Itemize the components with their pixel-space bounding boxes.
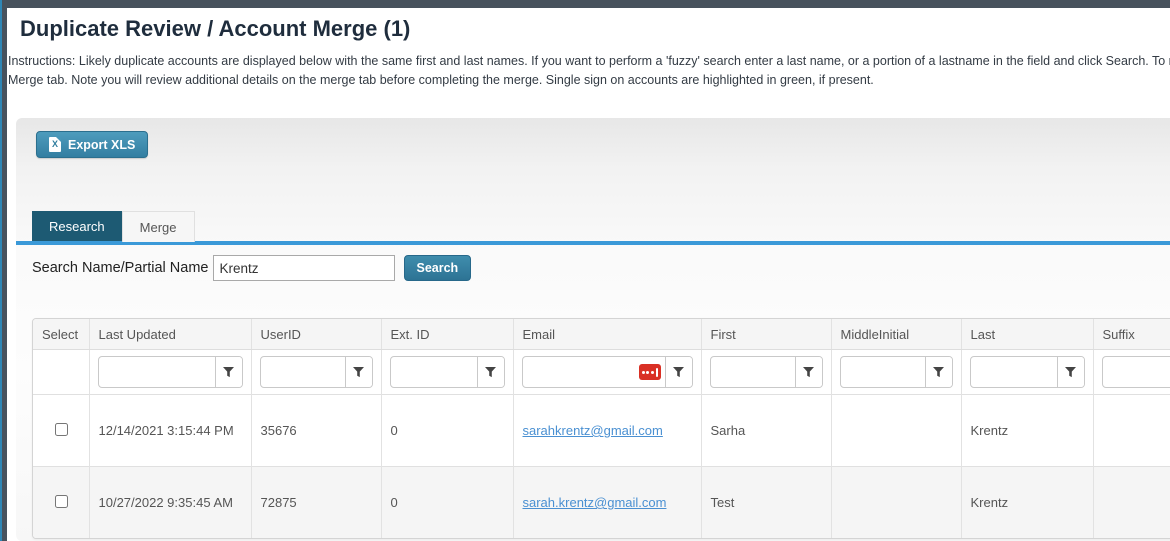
first-cell: Sarha [701, 395, 831, 467]
last-updated-cell: 12/14/2021 3:15:44 PM [89, 395, 251, 467]
search-row: Search Name/Partial Name Search [32, 255, 471, 281]
tab-research[interactable]: Research [32, 211, 122, 241]
email-autofill-icon[interactable] [639, 364, 661, 380]
tab-strip: Research Merge [32, 211, 195, 242]
filter-funnel-icon[interactable] [795, 357, 822, 387]
filter-cell-suffix [1093, 350, 1170, 395]
last-cell: Krentz [961, 395, 1093, 467]
search-input[interactable] [213, 255, 395, 281]
top-bar [0, 0, 1170, 8]
table-row: 12/14/2021 3:15:44 PM 35676 0 sarahkrent… [33, 395, 1170, 467]
instructions-line-1: Instructions: Likely duplicate accounts … [8, 52, 1170, 71]
filter-row [33, 350, 1170, 395]
filter-funnel-icon[interactable] [345, 357, 372, 387]
filter-input-last[interactable] [971, 357, 1057, 387]
tab-merge[interactable]: Merge [122, 211, 195, 242]
select-cell [33, 395, 89, 467]
excel-file-icon [49, 137, 61, 152]
filter-cell-last [961, 350, 1093, 395]
content-panel: Export XLS Research Merge Search Name/Pa… [16, 118, 1170, 541]
export-xls-label: Export XLS [68, 138, 135, 152]
email-cell: sarah.krentz@gmail.com [513, 467, 701, 539]
export-xls-button[interactable]: Export XLS [36, 131, 148, 158]
suffix-cell [1093, 467, 1170, 539]
middleinitial-cell [831, 395, 961, 467]
column-header-ext-id: Ext. ID [381, 319, 513, 350]
results-table: Select Last Updated UserID Ext. ID Email… [32, 318, 1170, 539]
ext-id-cell: 0 [381, 395, 513, 467]
filter-funnel-icon[interactable] [477, 357, 504, 387]
suffix-cell [1093, 395, 1170, 467]
column-header-middleinitial: MiddleInitial [831, 319, 961, 350]
column-header-suffix: Suffix [1093, 319, 1170, 350]
filter-input-userid[interactable] [261, 357, 345, 387]
filter-funnel-icon[interactable] [1057, 357, 1084, 387]
row-select-checkbox[interactable] [55, 423, 68, 436]
email-link[interactable]: sarahkrentz@gmail.com [523, 423, 663, 438]
email-link[interactable]: sarah.krentz@gmail.com [523, 495, 667, 510]
column-header-first: First [701, 319, 831, 350]
middleinitial-cell [831, 467, 961, 539]
header-row: Select Last Updated UserID Ext. ID Email… [33, 319, 1170, 350]
email-cell: sarahkrentz@gmail.com [513, 395, 701, 467]
select-cell [33, 467, 89, 539]
filter-funnel-icon[interactable] [665, 357, 692, 387]
ext-id-cell: 0 [381, 467, 513, 539]
filter-cell-userid [251, 350, 381, 395]
filter-input-last-updated[interactable] [99, 357, 215, 387]
duplicates-grid: Select Last Updated UserID Ext. ID Email… [33, 319, 1170, 538]
filter-cell-first [701, 350, 831, 395]
userid-cell: 72875 [251, 467, 381, 539]
filter-cell-email [513, 350, 701, 395]
filter-cell-ext-id [381, 350, 513, 395]
filter-cell-middleinitial [831, 350, 961, 395]
filter-input-first[interactable] [711, 357, 795, 387]
filter-input-middleinitial[interactable] [841, 357, 925, 387]
column-header-last: Last [961, 319, 1093, 350]
filter-funnel-icon[interactable] [215, 357, 242, 387]
column-header-email: Email [513, 319, 701, 350]
instructions-text: Instructions: Likely duplicate accounts … [8, 52, 1170, 90]
userid-cell: 35676 [251, 395, 381, 467]
search-button[interactable]: Search [404, 255, 472, 281]
column-header-userid: UserID [251, 319, 381, 350]
left-edge-accent [0, 0, 2, 541]
column-header-last-updated: Last Updated [89, 319, 251, 350]
page-title: Duplicate Review / Account Merge (1) [20, 16, 410, 42]
instructions-line-2: Merge tab. Note you will review addition… [8, 71, 1170, 90]
filter-input-ext-id[interactable] [391, 357, 477, 387]
last-updated-cell: 10/27/2022 9:35:45 AM [89, 467, 251, 539]
filter-cell-select [33, 350, 89, 395]
first-cell: Test [701, 467, 831, 539]
table-row: 10/27/2022 9:35:45 AM 72875 0 sarah.kren… [33, 467, 1170, 539]
filter-cell-last-updated [89, 350, 251, 395]
left-edge-dark [2, 8, 7, 541]
last-cell: Krentz [961, 467, 1093, 539]
row-select-checkbox[interactable] [55, 495, 68, 508]
search-label: Search Name/Partial Name [32, 260, 209, 276]
filter-input-suffix[interactable] [1103, 357, 1170, 387]
filter-funnel-icon[interactable] [925, 357, 952, 387]
column-header-select: Select [33, 319, 89, 350]
